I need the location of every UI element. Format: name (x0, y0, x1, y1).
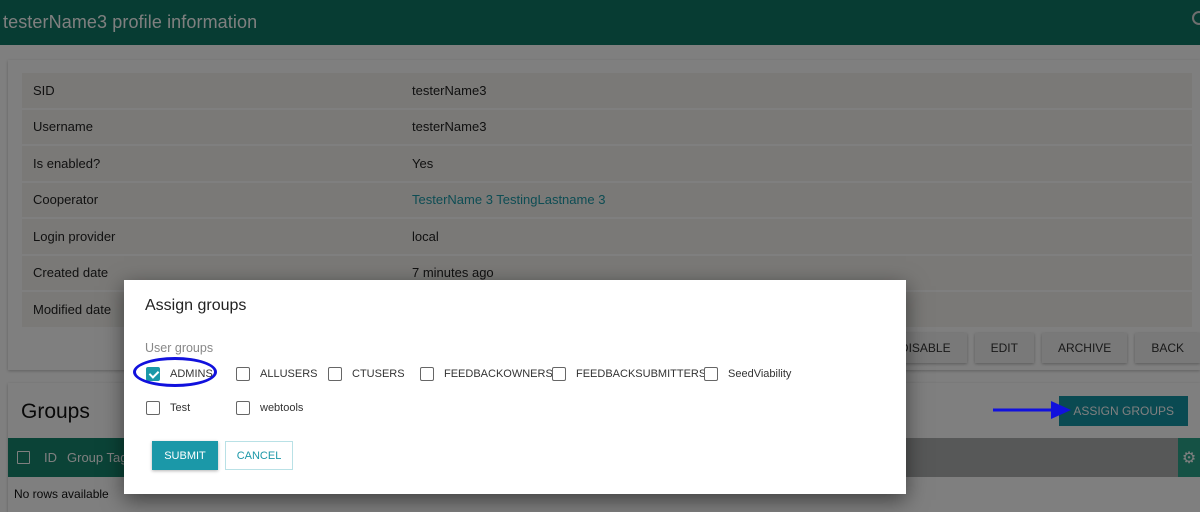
group-option-test[interactable]: Test (146, 401, 190, 415)
checkbox[interactable] (146, 401, 160, 415)
group-option-webtools[interactable]: webtools (236, 401, 303, 415)
option-label: SeedViability (728, 368, 792, 380)
group-option-feedbackowners[interactable]: FEEDBACKOWNERS (420, 367, 553, 381)
checkbox[interactable] (420, 367, 434, 381)
group-option-feedbacksubmitters[interactable]: FEEDBACKSUBMITTERS (552, 367, 706, 381)
annotation-ellipse (133, 357, 217, 387)
group-option-allusers[interactable]: ALLUSERS (236, 367, 317, 381)
checkbox[interactable] (236, 401, 250, 415)
option-label: FEEDBACKOWNERS (444, 368, 553, 380)
submit-button[interactable]: SUBMIT (152, 441, 218, 470)
checkbox[interactable] (704, 367, 718, 381)
assign-groups-dialog: Assign groups User groups ADMINS ALLUSER… (124, 280, 906, 494)
dialog-title: Assign groups (145, 297, 247, 314)
user-groups-label: User groups (145, 341, 214, 355)
cancel-button[interactable]: CANCEL (225, 441, 293, 470)
option-label: ALLUSERS (260, 368, 318, 380)
annotation-arrow-icon (993, 401, 1071, 419)
option-label: CTUSERS (352, 368, 405, 380)
checkbox[interactable] (236, 367, 250, 381)
option-label: webtools (260, 402, 304, 414)
checkbox[interactable] (552, 367, 566, 381)
option-label: FEEDBACKSUBMITTERS (576, 368, 707, 380)
option-label: Test (170, 402, 191, 414)
checkbox[interactable] (328, 367, 342, 381)
group-option-ctusers[interactable]: CTUSERS (328, 367, 405, 381)
group-option-seedviability[interactable]: SeedViability (704, 367, 791, 381)
